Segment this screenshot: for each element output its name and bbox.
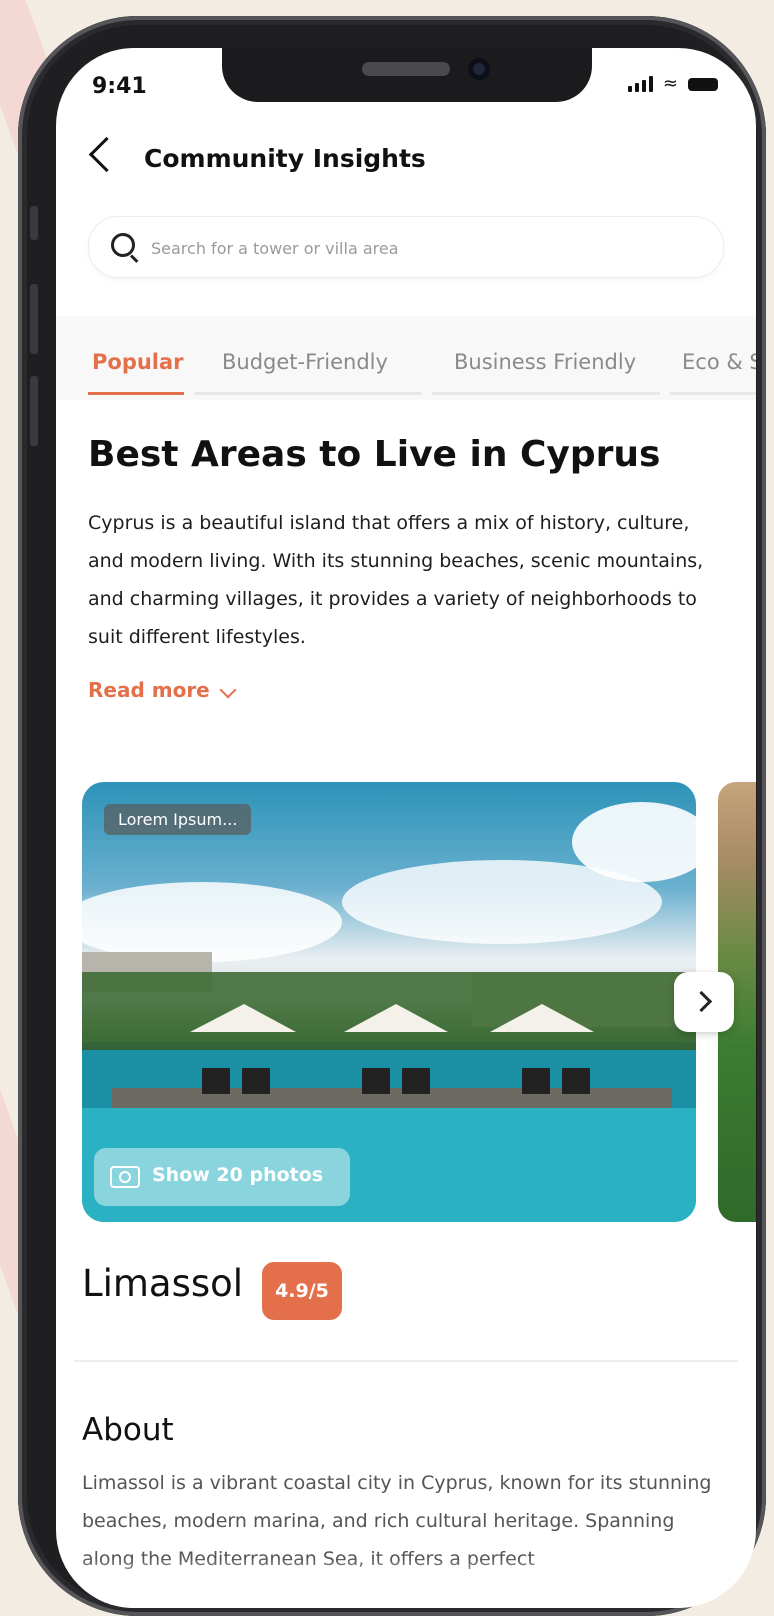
show-photos-button[interactable]: Show 20 photos — [94, 1148, 350, 1206]
tab-popular-underline — [88, 392, 184, 395]
chevron-right-icon — [690, 990, 713, 1013]
notch — [222, 48, 592, 102]
area-name: Limassol — [82, 1262, 244, 1305]
volume-down-button — [30, 376, 38, 446]
search-bar[interactable] — [88, 216, 724, 278]
rating-badge: 4.9/5 — [262, 1262, 342, 1320]
bottom-fade — [56, 1558, 756, 1608]
tab-business-friendly-underline — [432, 392, 660, 395]
show-photos-label: Show 20 photos — [152, 1164, 324, 1186]
carousel-next-button[interactable] — [674, 972, 734, 1032]
read-more-link[interactable]: Read more — [88, 678, 210, 702]
category-tabs: Popular Budget-Friendly Business Friendl… — [56, 316, 756, 400]
tab-eco-underline — [670, 392, 756, 395]
volume-up-button — [30, 284, 38, 354]
top-navigation-bar: Community Insights — [56, 136, 756, 188]
app-screen: 9:41 ≈ Community Insights Popular Budget… — [56, 48, 756, 1608]
area-photo-card[interactable]: Lorem Ipsum... Show 20 photos — [82, 782, 696, 1222]
status-icons: ≈ — [627, 73, 718, 94]
chevron-down-icon — [219, 681, 237, 699]
tab-popular[interactable]: Popular — [92, 350, 184, 374]
wifi-icon: ≈ — [662, 73, 678, 94]
page-title: Community Insights — [144, 144, 426, 173]
tab-budget-friendly[interactable]: Budget-Friendly — [222, 350, 388, 374]
divider — [74, 1360, 738, 1362]
tab-business-friendly[interactable]: Business Friendly — [454, 350, 636, 374]
silent-switch — [30, 206, 38, 240]
search-input[interactable] — [149, 229, 713, 267]
speaker — [362, 62, 450, 76]
front-camera — [468, 58, 490, 80]
status-time: 9:41 — [92, 74, 147, 99]
tab-budget-friendly-underline — [194, 392, 422, 395]
photo-tag: Lorem Ipsum... — [104, 804, 252, 835]
camera-icon — [110, 1166, 140, 1188]
signal-icon — [627, 76, 653, 92]
about-heading: About — [82, 1412, 174, 1448]
back-icon[interactable] — [88, 136, 125, 173]
article-title: Best Areas to Live in Cyprus — [88, 434, 661, 475]
search-icon — [111, 233, 135, 257]
article-intro: Cyprus is a beautiful island that offers… — [88, 512, 704, 648]
tab-eco[interactable]: Eco & S — [682, 350, 756, 374]
battery-icon — [688, 77, 718, 91]
